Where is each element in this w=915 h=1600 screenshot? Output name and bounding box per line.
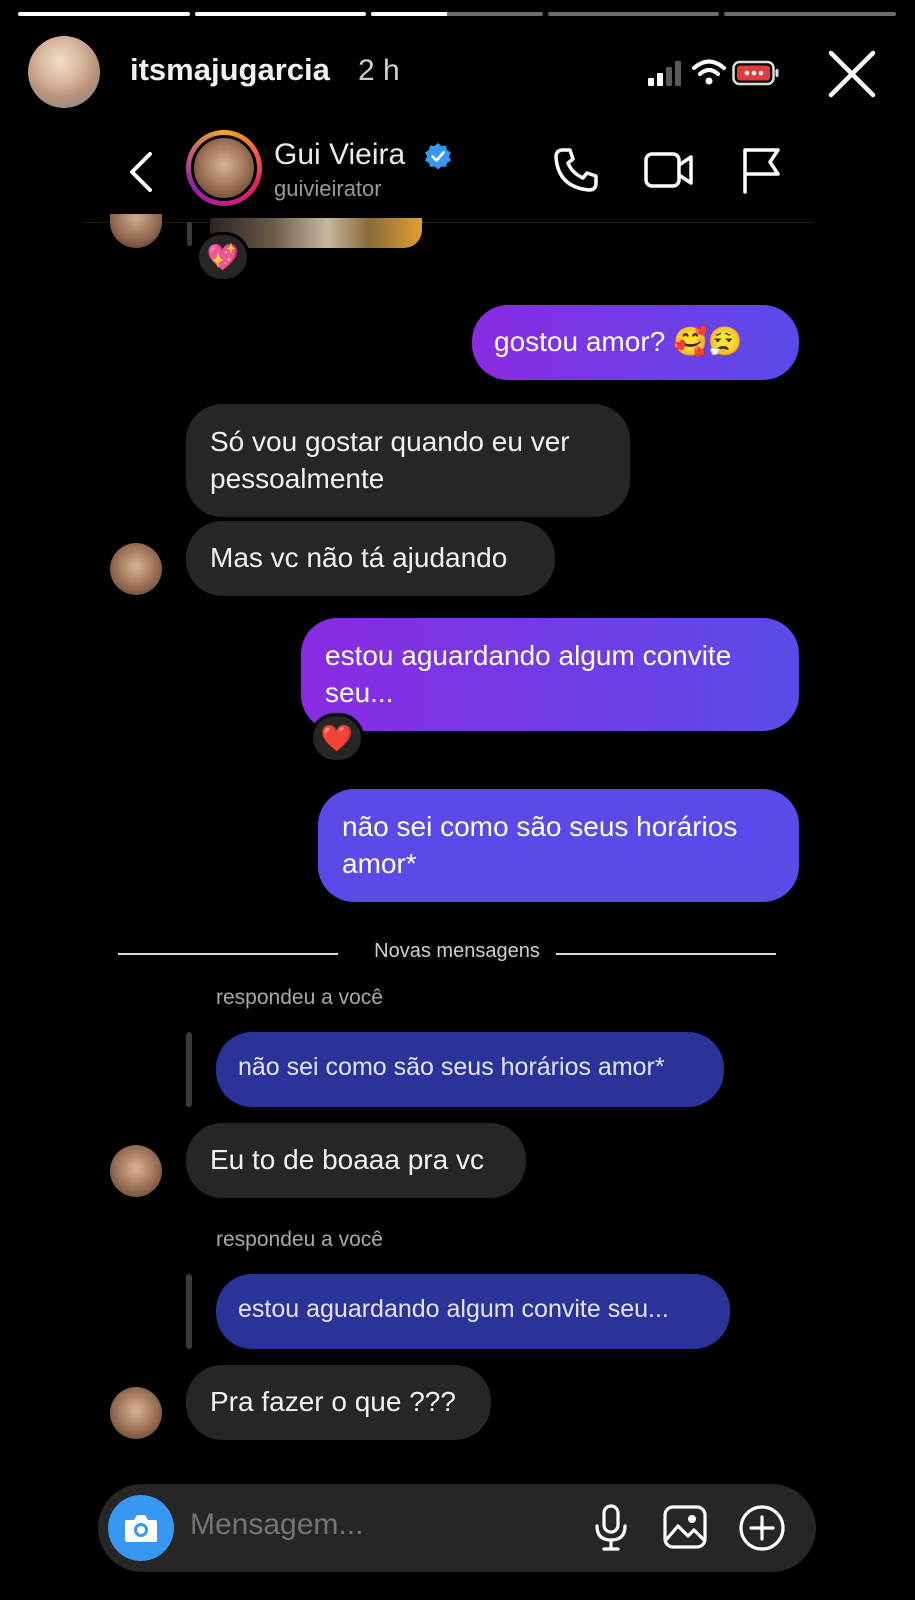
contact-avatar[interactable] [110,214,162,248]
divider-line [556,953,776,955]
story-progress-segment [194,12,367,16]
verified-icon [425,143,451,170]
chat-contact-handle: guivieirator [274,176,382,201]
chat-contact-name[interactable]: Gui Vieira [274,138,405,172]
camera-button[interactable] [108,1495,174,1561]
mic-icon[interactable] [594,1504,628,1552]
story-progress-segment [724,12,896,16]
reply-bar [187,222,192,246]
back-icon[interactable] [124,150,158,194]
reply-bar [186,1032,192,1107]
phone-icon[interactable] [552,146,600,194]
replied-label: respondeu a você [216,1228,383,1251]
new-messages-label: Novas mensagens [374,940,540,962]
story-progress-segment [371,12,543,16]
story-username[interactable]: itsmajugarcia [130,52,330,88]
story-progress [18,12,896,16]
divider-line [118,953,338,955]
quoted-message[interactable]: não sei como são seus horários amor* [216,1032,724,1107]
outgoing-message[interactable]: estou aguardando algum convite seu... [301,618,799,731]
reaction-badge[interactable]: 💖 [196,232,250,282]
contact-avatar[interactable] [110,1145,162,1197]
incoming-message[interactable]: Pra fazer o que ??? [186,1365,491,1440]
incoming-message[interactable]: Eu to de boaaa pra vc [186,1123,526,1198]
progress-fill [194,12,367,16]
close-icon[interactable] [826,48,878,100]
battery-icon [732,60,779,86]
story-time: 2 h [358,54,400,87]
header-divider [84,222,814,223]
progress-fill [18,12,190,16]
camera-icon [125,1515,157,1542]
plus-icon[interactable] [738,1504,786,1552]
reply-bar [186,1274,192,1349]
reaction-badge[interactable]: ❤️ [310,713,364,763]
quoted-message[interactable]: estou aguardando algum convite seu... [216,1274,730,1349]
replied-label: respondeu a você [216,986,383,1009]
story-avatar[interactable] [28,36,100,108]
story-progress-segment [547,12,720,16]
gallery-icon[interactable] [662,1504,708,1550]
wifi-icon [692,59,726,85]
flag-icon[interactable] [740,146,782,194]
outgoing-message[interactable]: gostou amor? 🥰😮‍💨 [472,305,799,380]
outgoing-message[interactable]: não sei como são seus horários amor* [318,789,799,902]
incoming-message[interactable]: Só vou gostar quando eu ver pessoalmente [186,404,630,517]
chat-avatar[interactable] [191,135,257,201]
contact-avatar[interactable] [110,543,162,595]
story-progress-segment [18,12,190,16]
message-input[interactable] [190,1508,550,1542]
video-icon[interactable] [644,148,694,192]
incoming-message[interactable]: Mas vc não tá ajudando [186,521,555,596]
signal-icon [648,61,681,86]
contact-avatar[interactable] [110,1387,162,1439]
progress-fill [371,12,447,16]
